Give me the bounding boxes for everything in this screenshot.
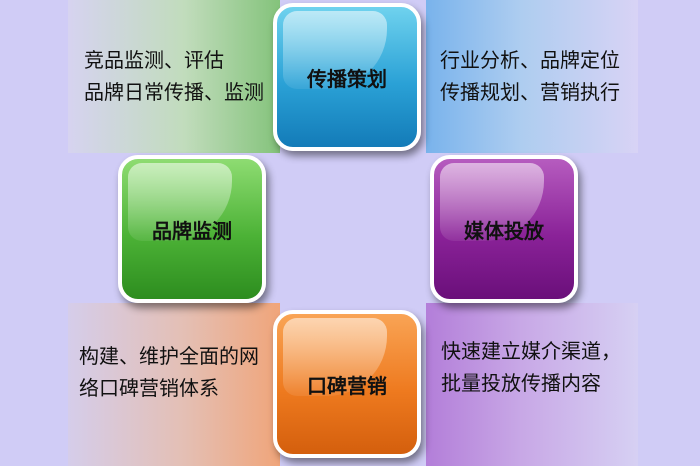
tile-brand-monitoring: 品牌监测 — [118, 155, 266, 303]
description-bottom-left: 构建、维护全面的网 络口碑营销体系 — [79, 340, 259, 404]
tile-label: 传播策划 — [307, 66, 387, 91]
description-line: 品牌日常传播、监测 — [84, 80, 264, 104]
description-line: 批量投放传播内容 — [441, 371, 601, 395]
description-line: 传播规划、营销执行 — [440, 80, 620, 104]
description-line: 络口碑营销体系 — [79, 376, 219, 400]
description-bottom-right: 快速建立媒介渠道， 批量投放传播内容 — [441, 335, 621, 399]
description-line: 竞品监测、评估 — [84, 48, 224, 72]
description-line: 行业分析、品牌定位 — [440, 48, 620, 72]
tile-communication-planning: 传播策划 — [273, 3, 421, 151]
description-top-left: 竞品监测、评估 品牌日常传播、监测 — [84, 44, 264, 108]
description-top-right: 行业分析、品牌定位 传播规划、营销执行 — [440, 44, 620, 108]
tile-label: 口碑营销 — [307, 373, 387, 398]
tile-word-of-mouth-marketing: 口碑营销 — [273, 310, 421, 458]
description-line: 构建、维护全面的网 — [79, 344, 259, 368]
tile-media-placement: 媒体投放 — [430, 155, 578, 303]
tile-label: 媒体投放 — [464, 218, 544, 243]
tile-label: 品牌监测 — [152, 218, 232, 243]
description-line: 快速建立媒介渠道， — [441, 339, 621, 363]
